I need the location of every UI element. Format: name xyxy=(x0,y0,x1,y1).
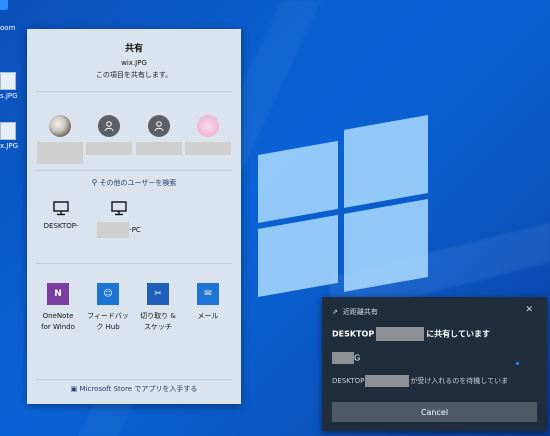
feedback-hub-icon: ☺ xyxy=(97,283,119,305)
share-subtitle: この項目を共有します。 xyxy=(95,71,173,79)
share-app-list: N OneNote for Windo ☺ フィードバック Hub ✂ 切り取り… xyxy=(37,283,229,333)
device-item[interactable]: -PC xyxy=(97,201,141,238)
redacted-device-name xyxy=(97,222,130,238)
desktop-icon-label: x.JPG xyxy=(0,142,19,150)
contact-item[interactable] xyxy=(36,115,83,164)
desktop-icon-file-1[interactable]: s.JPG xyxy=(0,72,22,100)
share-icon: ⇗ xyxy=(332,308,338,316)
computer-icon xyxy=(53,201,69,216)
redacted-device-name xyxy=(376,327,425,341)
divider xyxy=(36,379,232,380)
app-onenote[interactable]: N OneNote for Windo xyxy=(37,283,79,333)
store-icon: ▣ xyxy=(70,385,78,393)
contact-item[interactable] xyxy=(185,115,232,164)
zoom-app-icon[interactable] xyxy=(0,0,8,10)
image-file-icon xyxy=(0,72,16,90)
redacted-device-name xyxy=(365,375,410,387)
redacted-contact-name xyxy=(135,142,182,155)
store-link-label: Microsoft Store でアプリを入手する xyxy=(79,385,198,393)
contact-item[interactable] xyxy=(135,115,182,164)
toast-file-suffix: G xyxy=(354,353,361,363)
contact-item[interactable] xyxy=(86,115,133,164)
divider xyxy=(36,170,232,171)
toast-header-label: 近距離共有 xyxy=(342,308,378,316)
redacted-contact-name xyxy=(86,142,133,155)
toast-status-suffix: が受け入れるのを待機していま xyxy=(410,377,509,385)
app-snip-sketch[interactable]: ✂ 切り取り & スケッチ xyxy=(137,283,179,333)
redacted-contact-name xyxy=(36,142,83,164)
redacted-contact-name xyxy=(185,142,232,155)
toast-status-prefix: DESKTOP xyxy=(332,377,365,385)
image-file-icon xyxy=(0,122,16,140)
desktop-icon-file-2[interactable]: x.JPG xyxy=(0,122,22,150)
app-label: メール xyxy=(197,312,219,320)
device-item[interactable]: DESKTOP- xyxy=(39,201,83,238)
divider xyxy=(36,263,232,264)
contact-avatar xyxy=(48,115,71,137)
toast-file-name: G xyxy=(332,352,360,364)
desktop-icon-label: oom xyxy=(0,24,16,32)
share-title: 共有 xyxy=(124,44,143,54)
app-label: フィードバック Hub xyxy=(87,312,129,331)
cancel-button[interactable]: Cancel xyxy=(332,402,537,422)
app-feedback-hub[interactable]: ☺ フィードバック Hub xyxy=(87,283,129,333)
desktop-icon-label: s.JPG xyxy=(0,92,18,100)
mail-icon: ✉ xyxy=(197,283,219,305)
desktop-icon-zoom[interactable]: oom xyxy=(0,24,22,32)
toast-header: ⇗ 近距離共有 xyxy=(332,307,378,317)
find-users-label: その他のユーザーを検索 xyxy=(99,179,177,187)
device-name: -PC xyxy=(129,226,141,234)
toast-status: DESKTOP が受け入れるのを待機していま xyxy=(332,375,508,387)
close-icon[interactable]: ✕ xyxy=(525,305,533,315)
computer-icon xyxy=(111,201,127,216)
app-label: OneNote for Windo xyxy=(41,312,75,331)
people-search-icon: ⚲ xyxy=(91,178,98,187)
contact-list xyxy=(35,115,233,164)
microsoft-store-link[interactable]: ▣ Microsoft Store でアプリを入手する xyxy=(27,384,241,394)
device-name: DESKTOP- xyxy=(43,222,79,230)
person-icon xyxy=(147,115,170,137)
progress-dot xyxy=(516,362,519,365)
snip-sketch-icon: ✂ xyxy=(147,283,169,305)
contact-avatar xyxy=(197,115,220,137)
toast-title-suffix: に共有しています xyxy=(426,329,490,339)
nearby-share-notification: ⇗ 近距離共有 ✕ DESKTOP に共有しています G DESKTOP が受け入れ… xyxy=(322,297,547,431)
share-panel: 共有 wix.JPG この項目を共有します。 ⚲ その他のユーザーを検索 DES… xyxy=(27,29,241,404)
nearby-device-list: DESKTOP- -PC xyxy=(39,201,141,238)
toast-title: DESKTOP に共有しています xyxy=(332,327,490,341)
find-more-users-link[interactable]: ⚲ その他のユーザーを検索 xyxy=(27,178,241,188)
toast-title-prefix: DESKTOP xyxy=(332,329,375,339)
onenote-icon: N xyxy=(47,283,69,305)
redacted-file-name xyxy=(332,352,354,364)
person-icon xyxy=(98,115,121,137)
app-mail[interactable]: ✉ メール xyxy=(187,283,229,333)
share-file-name: wix.JPG xyxy=(121,59,147,67)
divider xyxy=(36,91,232,92)
app-label: 切り取り & スケッチ xyxy=(140,312,176,331)
device-name-row: -PC xyxy=(97,222,141,238)
